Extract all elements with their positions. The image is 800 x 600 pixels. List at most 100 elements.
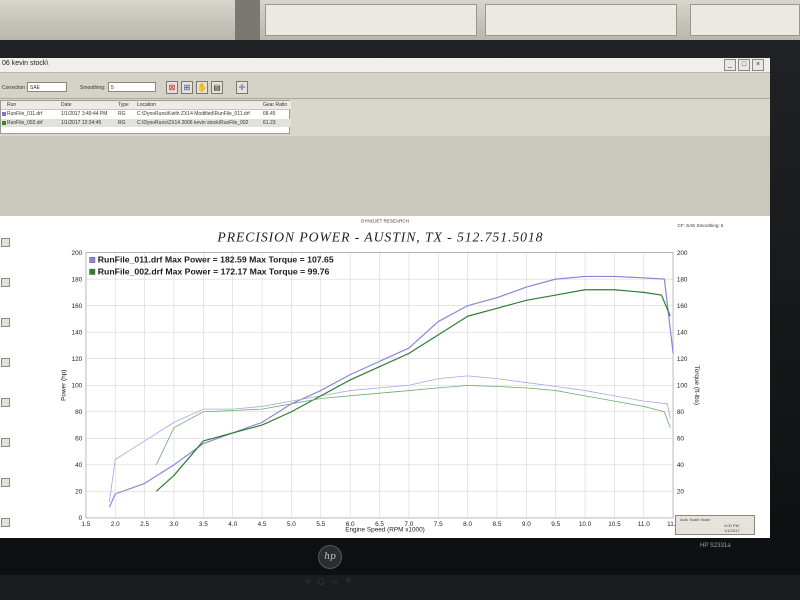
clock-date: 1/1/2017 (724, 528, 740, 533)
x-tick-label: 4.0 (228, 521, 237, 528)
close-button[interactable]: × (752, 59, 764, 71)
x-tick-label: 10.5 (608, 521, 621, 528)
window-titlebar: 06 kevin stock\ _ □ × (0, 58, 770, 73)
y2-axis-label: Torque (ft-lbs) (693, 366, 700, 405)
run-name: RunFile_002.drf (7, 120, 43, 126)
x-tick-label: 2.0 (111, 521, 120, 528)
crosshair-button[interactable]: ✛ (236, 81, 248, 94)
run-type: RG (118, 111, 126, 117)
monitor-button[interactable]: ▭ (332, 578, 338, 585)
window-title: 06 kevin stock\ (2, 60, 49, 67)
y-tick-label: 140 (72, 329, 83, 336)
tool-button[interactable] (1, 478, 10, 487)
brand-label: DYNOJET RESEARCH (361, 218, 409, 223)
window-pane (690, 4, 800, 36)
column-header[interactable]: Date (61, 101, 116, 109)
y2-tick-label: 160 (677, 303, 688, 310)
x-tick-label: 8.0 (463, 521, 472, 528)
file-list-header: Run Date Type Location Gear Ratio (1, 101, 291, 110)
status-panel: Auto Scale Mode 4:00 PM 1/1/2017 (675, 515, 755, 535)
workspace-background (0, 136, 770, 216)
y-tick-label: 20 (75, 489, 83, 496)
tool-button[interactable] (1, 398, 10, 407)
legend-swatch (89, 268, 96, 275)
monitor-buttons: ◁ ◯ ▭ ⏻ (305, 578, 351, 585)
run-date: 1/1/2017 12:34:45 (61, 120, 102, 126)
grid (85, 252, 674, 519)
dyno-chart[interactable]: DYNOJET RESEARCH CF: SAE Smoothing: 5 PR… (0, 216, 770, 538)
auto-scale-tab[interactable]: Auto Scale Mode (680, 517, 710, 522)
tool-button[interactable] (1, 358, 10, 367)
table-row[interactable]: RunFile_002.drf 1/1/2017 12:34:45 RG C:\… (1, 119, 291, 127)
column-header[interactable]: Run (7, 101, 59, 109)
y-tick-label: 180 (72, 276, 83, 283)
wall-beam (235, 0, 260, 40)
run-location: C:\DynoRuns\ZX14 2006 kevin stock\RunFil… (137, 120, 249, 126)
minimize-button[interactable]: _ (724, 59, 736, 71)
clock: 4:00 PM 1/1/2017 (724, 523, 740, 533)
tool-button[interactable] (1, 518, 10, 527)
smoothing-select[interactable]: 5 (108, 82, 156, 92)
y-tick-label: 80 (75, 409, 83, 416)
hand-tool-button[interactable]: ✋ (196, 81, 208, 94)
legend-entry: RunFile_002.drf Max Power = 172.17 Max T… (98, 267, 330, 277)
y-tick-label: 120 (72, 356, 83, 363)
x-tick-label: 8.5 (493, 521, 502, 528)
monitor-button[interactable]: ⏻ (346, 578, 351, 585)
tool-button[interactable] (1, 278, 10, 287)
y2-tick-label: 80 (677, 409, 685, 416)
x-tick-label: 1.5 (81, 521, 90, 528)
y-tick-label: 200 (72, 250, 83, 257)
x-tick-label: 5.5 (316, 521, 325, 528)
left-tool-strip (0, 218, 12, 538)
table-row[interactable]: RunFile_011.drf 1/1/2017 3:49:44 PM RG C… (1, 110, 291, 118)
y-axis-label: Power (hp) (61, 370, 68, 401)
run-color-swatch (2, 121, 6, 125)
monitor-button[interactable]: ◁ (305, 578, 310, 585)
y2-tick-label: 200 (677, 250, 688, 257)
correction-factor-select[interactable]: SAE (27, 82, 67, 92)
tool-button[interactable] (1, 318, 10, 327)
y-tick-label: 60 (75, 436, 83, 443)
run-name: RunFile_011.drf (7, 111, 43, 117)
y2-tick-label: 120 (677, 356, 688, 363)
clear-run-button[interactable]: ⊠ (166, 81, 178, 94)
y-tick-label: 0 (79, 515, 83, 522)
column-header[interactable]: Location (137, 101, 261, 109)
x-tick-label: 7.5 (434, 521, 443, 528)
y2-tick-label: 140 (677, 329, 688, 336)
column-header[interactable]: Type (118, 101, 136, 109)
tool-button[interactable] (1, 238, 10, 247)
window-pane (485, 4, 677, 36)
monitor-model: HP S2331a (700, 543, 731, 549)
x-tick-label: 11.0 (638, 521, 650, 528)
run-location: C:\DynoRuns\Keith ZX14 Modified\RunFile_… (137, 111, 250, 117)
y-tick-label: 100 (72, 383, 83, 390)
zoom-button[interactable]: ⊞ (181, 81, 193, 94)
x-tick-label: 3.0 (170, 521, 179, 528)
x-tick-label: 10.0 (579, 521, 592, 528)
y2-tick-label: 20 (677, 489, 685, 496)
x-tick-label: 2.5 (140, 521, 149, 528)
y-tick-label: 40 (75, 462, 83, 469)
toolbar: Correction Factor: SAE Smoothing: 5 ⊠ ⊞ … (0, 74, 770, 99)
hp-logo: hp (318, 545, 342, 569)
run-color-swatch (2, 112, 6, 116)
chart-title: PRECISION POWER - AUSTIN, TX - 512.751.5… (216, 230, 543, 245)
select-tool-button[interactable]: ▤ (211, 81, 223, 94)
y2-tick-label: 180 (677, 276, 688, 283)
run-gear-ratio: 61.23 (263, 120, 276, 126)
tool-button[interactable] (1, 438, 10, 447)
window-pane (265, 4, 477, 36)
column-header[interactable]: Gear Ratio (263, 101, 291, 109)
dyno-graph-panel: DYNOJET RESEARCH CF: SAE Smoothing: 5 PR… (0, 216, 770, 538)
x-tick-label: 3.5 (199, 521, 208, 528)
x-axis-label: Engine Speed (RPM x1000) (345, 527, 425, 534)
run-date: 1/1/2017 3:49:44 PM (61, 111, 108, 117)
maximize-button[interactable]: □ (738, 59, 750, 71)
y2-tick-label: 40 (677, 462, 685, 469)
monitor-button[interactable]: ◯ (318, 578, 325, 585)
desk (0, 575, 800, 600)
y2-tick-label: 100 (677, 383, 688, 390)
legend-entry: RunFile_011.drf Max Power = 182.59 Max T… (98, 255, 334, 265)
